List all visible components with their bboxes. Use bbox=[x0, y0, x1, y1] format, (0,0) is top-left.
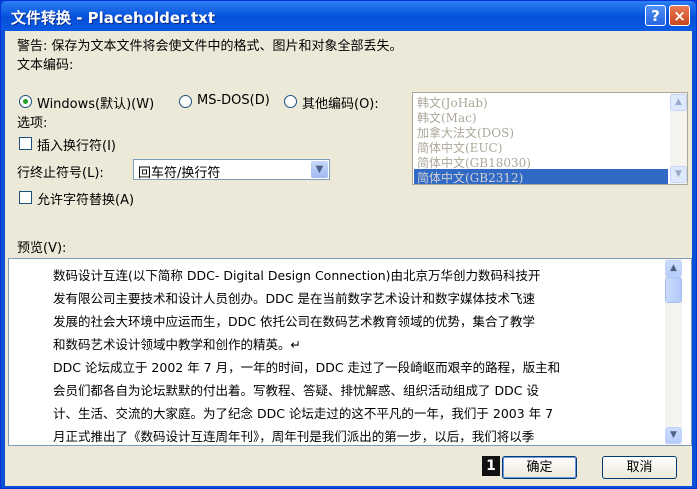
scroll-up-icon[interactable]: ▲ bbox=[665, 260, 682, 277]
list-item[interactable]: 简体中文(GB18030) bbox=[417, 154, 531, 170]
preview-scrollbar[interactable]: ▲ ▼ bbox=[665, 259, 682, 445]
radio-msdos-label[interactable]: MS-DOS(D) bbox=[197, 93, 270, 108]
window-title: 文件转换 - Placeholder.txt bbox=[11, 9, 216, 27]
preview-line: DDC 论坛成立于 2002 年 7 月，一年的时间，DDC 走过了一段崎岖而艰… bbox=[53, 360, 561, 375]
encoding-list[interactable]: 韩文(JoHab) 韩文(Mac) 加拿大法文(DOS) 简体中文(EUC) 简… bbox=[412, 92, 688, 185]
line-end-label: 行终止符号(L): bbox=[17, 166, 104, 181]
allow-substitution-checkbox[interactable] bbox=[19, 191, 32, 204]
allow-substitution-label[interactable]: 允许字符替换(A) bbox=[37, 189, 134, 208]
preview-line: 月正式推出了《数码设计互连周年刊》，周年刊是我们派出的第一步，以后，我们将以季 bbox=[53, 429, 535, 444]
warning-text: 警告: 保存为文本文件将会使文件中的格式、图片和对象全部丢失。 bbox=[17, 39, 403, 54]
line-end-value: 回车符/换行符 bbox=[138, 166, 221, 181]
help-button[interactable]: ? bbox=[645, 5, 666, 26]
radio-windows[interactable] bbox=[19, 95, 32, 108]
close-button[interactable]: × bbox=[669, 5, 690, 26]
radio-other-encoding[interactable] bbox=[284, 95, 297, 108]
ok-button[interactable]: 确定 bbox=[502, 456, 577, 479]
preview-label: 预览(V): bbox=[17, 241, 67, 256]
preview-line: 数码设计互连(以下简称 DDC- Digital Design Connecti… bbox=[53, 268, 541, 283]
radio-msdos[interactable] bbox=[179, 95, 192, 108]
preview-line: 和数码艺术设计领域中教学和创作的精英。↵ bbox=[53, 337, 301, 352]
list-item[interactable]: 韩文(Mac) bbox=[417, 109, 477, 125]
options-label: 选项: bbox=[17, 116, 48, 131]
scroll-down-icon[interactable]: ▼ bbox=[670, 166, 687, 183]
insert-linebreak-checkbox[interactable] bbox=[19, 137, 32, 150]
list-item[interactable]: 韩文(JoHab) bbox=[417, 94, 488, 110]
cancel-button[interactable]: 取消 bbox=[602, 456, 677, 479]
radio-other-encoding-label[interactable]: 其他编码(O): bbox=[302, 93, 379, 112]
preview-line: 发展的社会大环境中应运而生，DDC 依托公司在数码艺术教育领域的优势，集合了教学 bbox=[53, 314, 535, 329]
scroll-down-icon[interactable]: ▼ bbox=[665, 427, 682, 444]
radio-windows-label[interactable]: Windows(默认)(W) bbox=[37, 93, 154, 112]
encoding-list-scrollbar[interactable]: ▲ ▼ bbox=[670, 93, 687, 184]
scroll-up-icon[interactable]: ▲ bbox=[670, 94, 687, 111]
line-end-select[interactable]: 回车符/换行符 ▼ bbox=[133, 159, 330, 181]
file-conversion-dialog: 文件转换 - Placeholder.txt ? × 警告: 保存为文本文件将会… bbox=[0, 0, 697, 489]
list-item[interactable]: 加拿大法文(DOS) bbox=[417, 124, 514, 140]
preview-line: 计、生活、交流的大家庭。为了纪念 DDC 论坛走过的这不平凡的一年，我们于 20… bbox=[53, 406, 554, 421]
list-item-selected[interactable]: 简体中文(GB2312) bbox=[414, 169, 668, 184]
callout-badge: 1 bbox=[482, 456, 500, 476]
insert-linebreak-label[interactable]: 插入换行符(I) bbox=[37, 135, 116, 154]
preview-line: 会员们都各自为论坛默默的付出着。写教程、答疑、排忧解惑、组织活动组成了 DDC … bbox=[53, 383, 539, 398]
preview-pane[interactable]: 数码设计互连(以下简称 DDC- Digital Design Connecti… bbox=[8, 258, 692, 446]
encoding-label: 文本编码: bbox=[17, 58, 74, 73]
preview-line: 发有限公司主要技术和设计人员创办。DDC 是在当前数字艺术设计和数字媒体技术飞速 bbox=[53, 291, 535, 306]
chevron-down-icon[interactable]: ▼ bbox=[311, 161, 328, 178]
list-item[interactable]: 简体中文(EUC) bbox=[417, 139, 502, 155]
scroll-thumb[interactable] bbox=[665, 277, 682, 303]
title-bar[interactable]: 文件转换 - Placeholder.txt ? × bbox=[1, 1, 696, 31]
